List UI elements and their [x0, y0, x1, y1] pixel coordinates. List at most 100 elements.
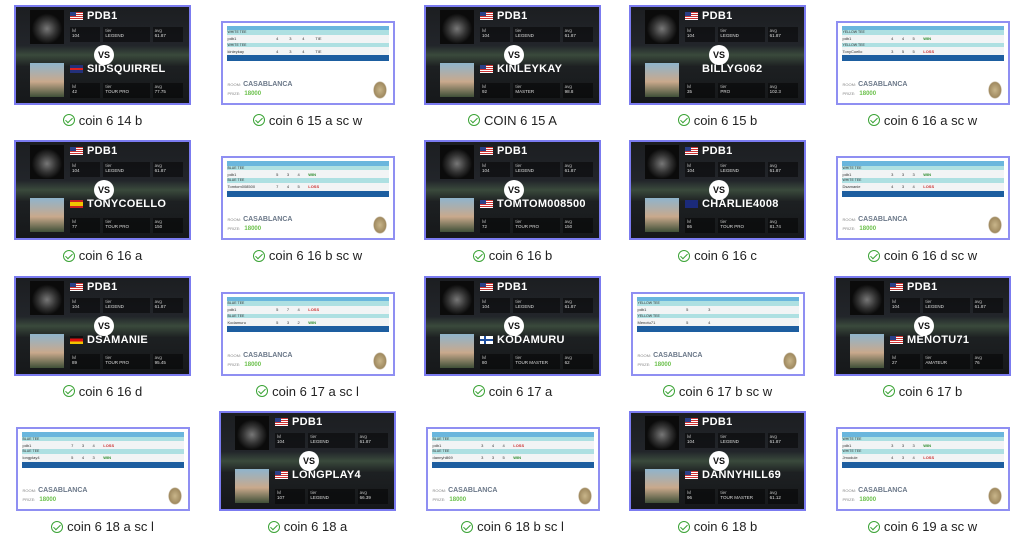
- file-item[interactable]: BLUE TEE pdb1 534 WINBLUE TEE Tomtom0085…: [205, 136, 410, 272]
- file-item[interactable]: PDB1 lvl104 tierLEGEND avg61.87 VS TONYC…: [0, 136, 205, 272]
- vs-thumbnail[interactable]: PDB1 lvl104 tierLEGEND avg61.87 VS DSAMA…: [14, 276, 191, 376]
- file-item[interactable]: YELLOW TEE pdb1 445 WINYELLOW TEE TonyCo…: [820, 0, 1024, 136]
- hole-score: 5: [685, 306, 707, 314]
- file-name[interactable]: coin 6 18 b: [694, 519, 758, 534]
- file-item[interactable]: PDB1 lvl104 tierLEGEND avg61.87 VS KODAM…: [410, 271, 615, 407]
- result: [739, 318, 749, 326]
- avg-value: 77.75: [155, 89, 166, 94]
- file-name[interactable]: coin 6 15 a sc w: [269, 113, 362, 128]
- avatar: [235, 469, 269, 503]
- file-name[interactable]: coin 6 16 a sc w: [884, 113, 977, 128]
- hole-score: [729, 318, 739, 326]
- file-name[interactable]: coin 6 16 b: [489, 248, 553, 263]
- file-name[interactable]: coin 6 14 b: [79, 113, 143, 128]
- vs-thumbnail[interactable]: PDB1 lvl104 tierLEGEND avg61.87 VS KODAM…: [424, 276, 601, 376]
- file-name[interactable]: coin 6 17 b sc w: [679, 384, 772, 399]
- hole-score: 3: [707, 306, 729, 314]
- vs-thumbnail[interactable]: PDB1 lvl104 tierLEGEND avg61.87 VS KINLE…: [424, 5, 601, 105]
- file-item[interactable]: PDB1 lvl104 tierLEGEND avg61.87 VS DANNY…: [615, 407, 820, 542]
- player-name: DSAMANIE: [87, 334, 148, 346]
- scorecard-thumbnail[interactable]: WHITE TEE pdb1 333 WINWHITE TEE Jmodule …: [836, 427, 1010, 511]
- opponent-panel: CHARLIE4008 lvl86 tierTOUR PRO avg81.74: [631, 192, 804, 238]
- flag-icon: [275, 471, 288, 479]
- room-label: ROOM:: [638, 353, 652, 358]
- lvl-value: 104: [482, 304, 490, 309]
- file-name[interactable]: coin 6 18 a sc l: [67, 519, 154, 534]
- avg-value: 81.74: [770, 224, 781, 229]
- vs-thumbnail[interactable]: PDB1 lvl104 tierLEGEND avg61.87 VS LONGP…: [219, 411, 396, 511]
- flag-icon: [685, 147, 698, 155]
- lvl-value: 96: [687, 495, 692, 500]
- result: TIE: [314, 47, 340, 55]
- vs-thumbnail[interactable]: PDB1 lvl104 tierLEGEND avg61.87 VS MENOT…: [834, 276, 1011, 376]
- file-item[interactable]: PDB1 lvl104 tierLEGEND avg61.87 VS MENOT…: [820, 271, 1024, 407]
- hole-score: 2: [297, 318, 308, 326]
- file-name[interactable]: coin 6 17 b: [899, 384, 963, 399]
- file-item[interactable]: WHITE TEE pdb1 434 TIEWHITE TEE kinleyka…: [205, 0, 410, 136]
- file-item[interactable]: BLUE TEE pdb1 734 LOSSBLUE TEE longplay4…: [0, 407, 205, 542]
- scorecard-thumbnail[interactable]: WHITE TEE pdb1 333 WINWHITE TEE Dsamanie…: [836, 156, 1010, 240]
- vs-thumbnail[interactable]: PDB1 lvl104 tierLEGEND avg61.87 VS TOMTO…: [424, 140, 601, 240]
- file-name[interactable]: coin 6 17 a sc l: [272, 384, 359, 399]
- vs-thumbnail[interactable]: PDB1 lvl104 tierLEGEND avg61.87 VS SIDSQ…: [14, 5, 191, 105]
- prize-value: 18000: [244, 91, 261, 97]
- hole-score: 4: [890, 183, 901, 191]
- scorecard-thumbnail[interactable]: YELLOW TEE pdb1 53 YELLOW TEE Menotu71 5…: [631, 292, 805, 376]
- lvl-value: 104: [72, 304, 80, 309]
- file-item[interactable]: PDB1 lvl104 tierLEGEND avg61.87 VS BILLY…: [615, 0, 820, 136]
- file-name[interactable]: coin 6 15 b: [694, 113, 758, 128]
- file-name[interactable]: coin 6 18 a: [284, 519, 348, 534]
- file-item[interactable]: BLUE TEE pdb1 574 LOSSBLUE TEE Kodamuru …: [205, 271, 410, 407]
- file-item[interactable]: PDB1 lvl104 tierLEGEND avg61.87 VS TOMTO…: [410, 136, 615, 272]
- file-item[interactable]: PDB1 lvl104 tierLEGEND avg61.87 VS SIDSQ…: [0, 0, 205, 136]
- room-label: ROOM:: [843, 488, 857, 493]
- vs-thumbnail[interactable]: PDB1 lvl104 tierLEGEND avg61.87 VS TONYC…: [14, 140, 191, 240]
- file-name[interactable]: coin 6 19 a sc w: [884, 519, 977, 534]
- file-name[interactable]: coin 6 16 c: [694, 248, 757, 263]
- player-name: SIDSQUIRREL: [87, 63, 165, 75]
- file-name[interactable]: coin 6 16 a: [79, 248, 143, 263]
- opponent-panel: DSAMANIE lvl89 tierTOUR PRO avg95.45: [16, 328, 189, 374]
- sync-check-icon: [253, 250, 265, 262]
- hole-score: 5: [275, 318, 286, 326]
- scorecard-thumbnail[interactable]: BLUE TEE pdb1 344 LOSSBLUE TEE dannyhill…: [426, 427, 600, 511]
- file-name[interactable]: COIN 6 15 A: [484, 113, 557, 128]
- file-item[interactable]: PDB1 lvl104 tierLEGEND avg61.87 VS DSAMA…: [0, 271, 205, 407]
- prize-value: 18000: [859, 497, 876, 503]
- file-item[interactable]: WHITE TEE pdb1 333 WINWHITE TEE Dsamanie…: [820, 136, 1024, 272]
- file-item[interactable]: PDB1 lvl104 tierLEGEND avg61.87 VS KINLE…: [410, 0, 615, 136]
- file-name[interactable]: coin 6 16 d sc w: [884, 248, 977, 263]
- vs-thumbnail[interactable]: PDB1 lvl104 tierLEGEND avg61.87 VS BILLY…: [629, 5, 806, 105]
- result: WIN: [512, 454, 545, 462]
- file-thumbnail-grid: PDB1 lvl104 tierLEGEND avg61.87 VS SIDSQ…: [0, 0, 1024, 542]
- flag-icon: [890, 336, 903, 344]
- hole-score: 5: [297, 183, 308, 191]
- scorecard-thumbnail[interactable]: YELLOW TEE pdb1 445 WINYELLOW TEE TonyCo…: [836, 21, 1010, 105]
- scorecard-thumbnail[interactable]: BLUE TEE pdb1 734 LOSSBLUE TEE longplay4…: [16, 427, 190, 511]
- file-item[interactable]: BLUE TEE pdb1 344 LOSSBLUE TEE dannyhill…: [410, 407, 615, 542]
- file-name[interactable]: coin 6 16 b sc w: [269, 248, 362, 263]
- lvl-value: 104: [482, 168, 490, 173]
- sync-check-icon: [461, 521, 473, 533]
- player-name: MENOTU71: [907, 334, 969, 346]
- scorecard-thumbnail[interactable]: WHITE TEE pdb1 434 TIEWHITE TEE kinleyka…: [221, 21, 395, 105]
- hole-score: 5: [912, 35, 923, 43]
- prize-label: PRIZE:: [843, 91, 856, 96]
- file-name[interactable]: coin 6 17 a: [489, 384, 553, 399]
- file-name[interactable]: coin 6 18 b sc l: [477, 519, 564, 534]
- file-item[interactable]: YELLOW TEE pdb1 53 YELLOW TEE Menotu71 5…: [615, 271, 820, 407]
- lvl-value: 80: [482, 360, 487, 365]
- file-item[interactable]: PDB1 lvl104 tierLEGEND avg61.87 VS CHARL…: [615, 136, 820, 272]
- room-value: CASABLANCA: [243, 81, 292, 88]
- lvl-value: 107: [277, 495, 285, 500]
- file-name[interactable]: coin 6 16 d: [79, 384, 143, 399]
- vs-thumbnail[interactable]: PDB1 lvl104 tierLEGEND avg61.87 VS DANNY…: [629, 411, 806, 511]
- file-item[interactable]: PDB1 lvl104 tierLEGEND avg61.87 VS LONGP…: [205, 407, 410, 542]
- sync-check-icon: [663, 385, 675, 397]
- flag-icon: [480, 200, 493, 208]
- scorecard-thumbnail[interactable]: BLUE TEE pdb1 574 LOSSBLUE TEE Kodamuru …: [221, 292, 395, 376]
- scorecard-thumbnail[interactable]: BLUE TEE pdb1 534 WINBLUE TEE Tomtom0085…: [221, 156, 395, 240]
- opponent-panel: KODAMURU lvl80 tierTOUR MASTER avg62: [426, 328, 599, 374]
- file-item[interactable]: WHITE TEE pdb1 333 WINWHITE TEE Jmodule …: [820, 407, 1024, 542]
- vs-thumbnail[interactable]: PDB1 lvl104 tierLEGEND avg61.87 VS CHARL…: [629, 140, 806, 240]
